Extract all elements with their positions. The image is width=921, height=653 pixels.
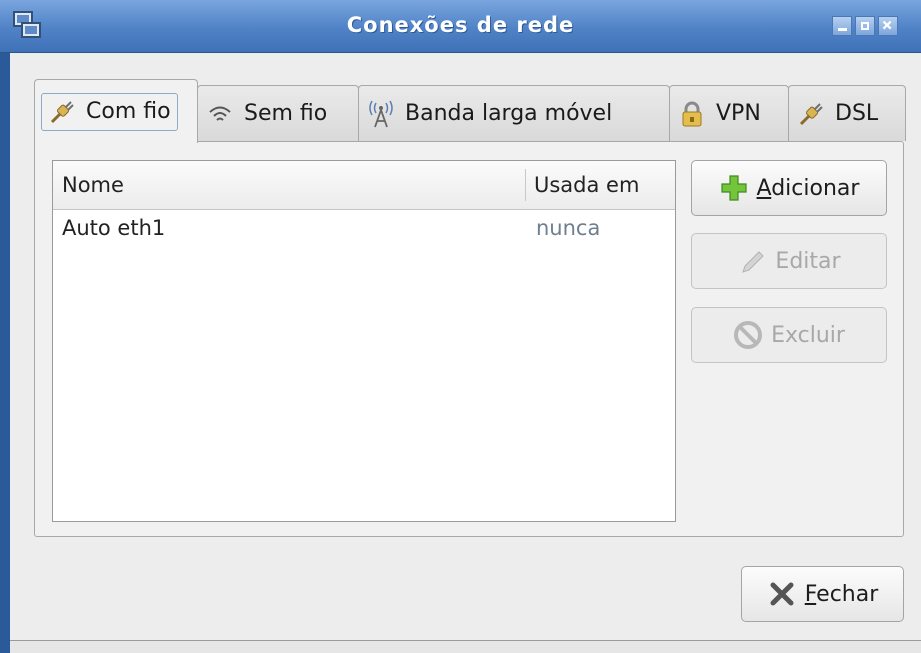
list-item[interactable]: Auto eth1 nunca xyxy=(53,216,675,250)
tab-banda-larga-movel[interactable]: Banda larga móvel xyxy=(358,85,670,141)
add-mnemonic: A xyxy=(756,175,772,201)
add-label: dicionar xyxy=(771,175,860,201)
minimize-button[interactable] xyxy=(832,16,852,36)
delete-label: Excluir xyxy=(771,322,845,348)
tab-dsl[interactable]: DSL xyxy=(788,85,906,141)
close-window-button[interactable] xyxy=(878,16,898,36)
wireless-icon xyxy=(209,106,231,121)
wired-plug-icon xyxy=(50,100,74,123)
tab-vpn[interactable]: VPN xyxy=(669,85,789,141)
connection-last-used: nunca xyxy=(536,216,601,240)
column-separator xyxy=(525,169,526,201)
add-button[interactable]: Adicionar xyxy=(691,160,887,216)
pencil-icon xyxy=(742,251,765,273)
tab-label: Com fio xyxy=(86,99,171,124)
tab-label: DSL xyxy=(835,101,879,126)
connections-list[interactable]: Nome Usada em Auto eth1 nunca xyxy=(52,160,676,522)
lock-icon xyxy=(682,101,702,126)
close-icon xyxy=(882,20,892,30)
window-client: Com fio Sem fio Banda larga móvel VPN DS… xyxy=(10,53,921,653)
window-bottom-edge xyxy=(10,640,921,653)
dsl-plug-icon xyxy=(799,102,823,125)
close-label: echar xyxy=(816,581,879,607)
add-icon xyxy=(720,175,747,201)
maximize-button[interactable] xyxy=(855,16,875,36)
connection-name: Auto eth1 xyxy=(62,216,166,240)
antenna-icon xyxy=(369,100,393,127)
title-bar[interactable]: Conexões de rede xyxy=(0,0,921,53)
tab-panel-com-fio: Nome Usada em Auto eth1 nunca Adicionar … xyxy=(34,141,904,537)
tab-label: Sem fio xyxy=(244,101,328,126)
maximize-icon xyxy=(861,22,869,30)
close-mnemonic: F xyxy=(804,581,817,607)
delete-button[interactable]: Excluir xyxy=(691,307,887,363)
no-entry-icon xyxy=(734,321,763,349)
edit-button[interactable]: Editar xyxy=(691,233,887,289)
list-header: Nome Usada em xyxy=(53,161,675,210)
window-title: Conexões de rede xyxy=(346,13,575,37)
minimize-icon xyxy=(838,28,847,31)
edit-label: Editar xyxy=(775,248,841,274)
tab-label: Banda larga móvel xyxy=(405,101,613,126)
column-header-nome[interactable]: Nome xyxy=(62,173,124,197)
tab-com-fio[interactable]: Com fio xyxy=(34,79,198,143)
tab-sem-fio[interactable]: Sem fio xyxy=(197,85,359,141)
close-x-icon xyxy=(770,582,794,606)
close-button[interactable]: Fechar xyxy=(741,566,904,622)
tab-label: VPN xyxy=(716,101,761,126)
column-header-usada-em[interactable]: Usada em xyxy=(534,173,639,197)
